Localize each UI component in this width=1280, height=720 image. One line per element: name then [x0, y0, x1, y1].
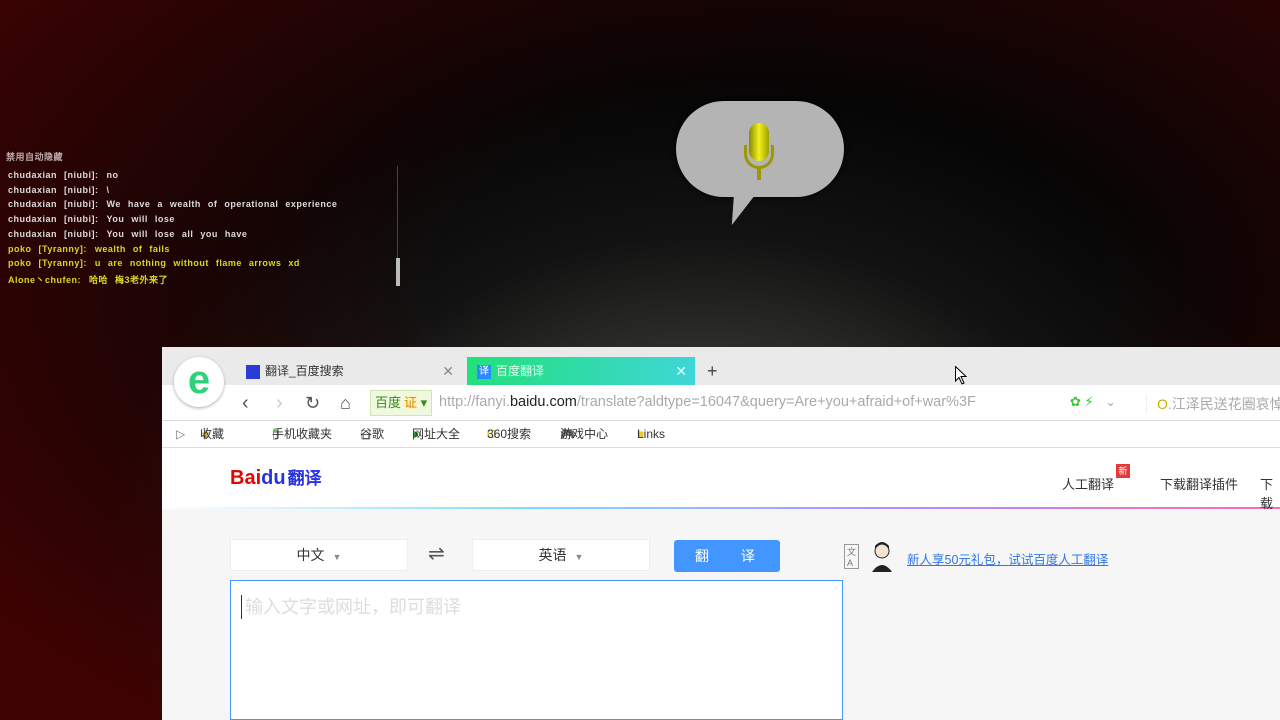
chat-sender: Alone丶chufen:	[8, 274, 81, 285]
logo-bai: Bai	[230, 467, 262, 489]
chat-header[interactable]: 禁用自动隐藏	[6, 150, 63, 163]
download-link[interactable]: 下载	[1260, 474, 1280, 512]
chat-text: no	[106, 170, 119, 180]
bookmark-label: 游戏中心	[560, 427, 609, 441]
logo-fanyi: 翻译	[287, 469, 322, 488]
certificate-icon: 证	[404, 395, 418, 410]
bookmark-label: Links	[637, 427, 666, 441]
bookmark-label: 360搜索	[487, 427, 532, 441]
bookmark-label: 网址大全	[412, 427, 461, 441]
tab-baidu-search[interactable]: 翻译_百度搜索 ✕	[246, 357, 462, 385]
chat-sender: poko [Tyranny]:	[8, 243, 87, 254]
tab-baidu-translate[interactable]: 译百度翻译 ✕	[467, 357, 695, 385]
address-icons: ✿ ⚡ ⌄	[1070, 394, 1116, 410]
search-placeholder: 江泽民送花圈哀悼	[1171, 396, 1280, 412]
caret-down-icon: ▼	[332, 552, 342, 562]
chat-sender: poko [Tyranny]:	[8, 258, 87, 269]
source-lang-label: 中文	[296, 547, 325, 563]
promo-link[interactable]: 新人享50元礼包，试试百度人工翻译	[907, 549, 1108, 568]
address-bar: ‹ › ↻ ⌂ 百度证 ▾ http://fanyi.baidu.com/tra…	[162, 385, 1280, 421]
url-input[interactable]: http://fanyi.baidu.com/translate?aldtype…	[439, 394, 1069, 410]
input-placeholder: 输入文字或网址，即可翻译	[245, 597, 461, 617]
game-chat: 禁用自动隐藏 chudaxian [niubi]: no chudaxian [ni…	[0, 148, 400, 288]
home-icon[interactable]: ⌂	[340, 391, 351, 415]
chat-message: poko [Tyranny]: u are nothing without fla…	[8, 258, 300, 268]
chat-text: You will lose	[106, 214, 175, 225]
browser-logo-icon[interactable]: e	[174, 357, 224, 407]
chat-text: 哈哈 梅3老外来了	[89, 274, 169, 285]
source-text-input[interactable]: 输入文字或网址，即可翻译	[230, 580, 843, 720]
security-badge[interactable]: 百度证 ▾	[370, 390, 433, 416]
new-badge: 新	[1116, 464, 1130, 478]
bookmark-label: 谷歌	[360, 427, 385, 441]
forward-icon[interactable]: ›	[276, 391, 283, 415]
chat-sender: chudaxian [niubi]:	[8, 170, 99, 180]
mouse-cursor-icon	[955, 366, 967, 385]
back-icon[interactable]: ‹	[242, 391, 249, 415]
url-path: /translate?aldtype=16047&query=Are+you+a…	[576, 394, 976, 410]
chat-text: You will lose all you have	[106, 228, 248, 239]
chat-text: \	[106, 184, 110, 195]
voice-chat-bubble	[676, 101, 844, 197]
chat-message: poko [Tyranny]: wealth of fails	[8, 244, 170, 254]
chat-message: chudaxian [niubi]: You will lose	[8, 214, 175, 224]
chat-sender: chudaxian [niubi]:	[8, 214, 99, 225]
search-box[interactable]: O.江泽民送花圈哀悼	[1146, 394, 1280, 414]
target-lang-label: 英语	[538, 547, 567, 563]
target-language-select[interactable]: 英语 ▼	[472, 539, 650, 571]
chat-message: chudaxian [niubi]: no	[8, 170, 119, 180]
translate-button[interactable]: 翻 译	[674, 540, 780, 572]
chat-message: chudaxian [niubi]: You will lose all you …	[8, 229, 247, 239]
avatar-icon	[872, 542, 892, 572]
chat-message: Alone丶chufen: 哈哈 梅3老外来了	[8, 273, 168, 286]
url-prefix: http://fanyi.	[439, 394, 510, 410]
download-plugin-link[interactable]: 下载翻译插件	[1160, 474, 1238, 493]
close-tab-icon[interactable]: ✕	[675, 357, 687, 385]
text-caret	[241, 595, 242, 619]
chevron-down-icon[interactable]: ⌄	[1105, 394, 1116, 409]
bookmark-label: 手机收藏夹	[272, 427, 333, 441]
microphone-stand	[744, 145, 774, 169]
url-domain: baidu.com	[509, 394, 577, 410]
chat-text: wealth of fails	[94, 243, 170, 254]
search-360-icon: O	[1157, 396, 1168, 412]
reload-icon[interactable]: ↻	[305, 391, 320, 415]
security-label: 百度	[375, 395, 402, 410]
baidu-translate-page: Baidu 翻译 人工翻译 新 下载翻译插件 下载 中文 ▼ ⇌ 英语 ▼ 翻 译 文…	[162, 448, 1280, 720]
browser-window: e 翻译_百度搜索 ✕ 译百度翻译 ✕ + ‹ › ↻ ⌂ 百度证 ▾ http…	[162, 347, 1280, 720]
lightning-icon[interactable]: ⚡	[1085, 394, 1094, 409]
page-header: Baidu 翻译 人工翻译 新 下载翻译插件 下载	[162, 448, 1280, 512]
sidebar-toggle-icon[interactable]: ▷	[176, 421, 185, 447]
translate-icon: 文A	[844, 544, 860, 569]
bookmarks-bar: ▷ ★ 收藏 ⌄ ▯ 手机收藏夹 ▢ 谷歌 ● 网址大全 O 360搜索 🎮 游戏中…	[162, 421, 1280, 448]
translate-icon: 译	[477, 364, 491, 379]
close-tab-icon[interactable]: ✕	[442, 357, 454, 385]
chat-text: We have a wealth of operational experien…	[106, 199, 338, 210]
bookmark-favorites[interactable]: ★ 收藏 ⌄	[200, 421, 224, 447]
chat-sender: chudaxian [niubi]:	[8, 228, 99, 239]
chat-message: chudaxian [niubi]: \	[8, 185, 110, 195]
logo-du: du	[261, 467, 286, 489]
source-language-select[interactable]: 中文 ▼	[230, 539, 408, 571]
caret-down-icon: ▼	[574, 552, 584, 562]
bookmark-label: 收藏	[200, 427, 225, 441]
baidu-paw-icon	[246, 364, 260, 379]
chat-message: chudaxian [niubi]: We have a wealth of op…	[8, 199, 337, 209]
microphone-base	[757, 168, 761, 180]
loading-icon[interactable]: ✿	[1070, 394, 1081, 409]
human-translation-link[interactable]: 人工翻译	[1062, 474, 1114, 493]
chat-sender: chudaxian [niubi]:	[8, 184, 99, 195]
new-tab-button[interactable]: +	[707, 357, 718, 385]
chat-text: u are nothing without flame arrows xd	[94, 258, 300, 269]
chat-scrollbar[interactable]	[396, 258, 400, 286]
tab-label: 百度翻译	[496, 364, 545, 378]
tab-label: 翻译_百度搜索	[265, 364, 344, 378]
swap-languages-icon[interactable]: ⇌	[428, 541, 445, 566]
baidu-translate-logo[interactable]: Baidu 翻译	[230, 464, 322, 490]
tab-bar: e 翻译_百度搜索 ✕ 译百度翻译 ✕ +	[162, 347, 1280, 407]
chat-sender: chudaxian [niubi]:	[8, 199, 99, 210]
